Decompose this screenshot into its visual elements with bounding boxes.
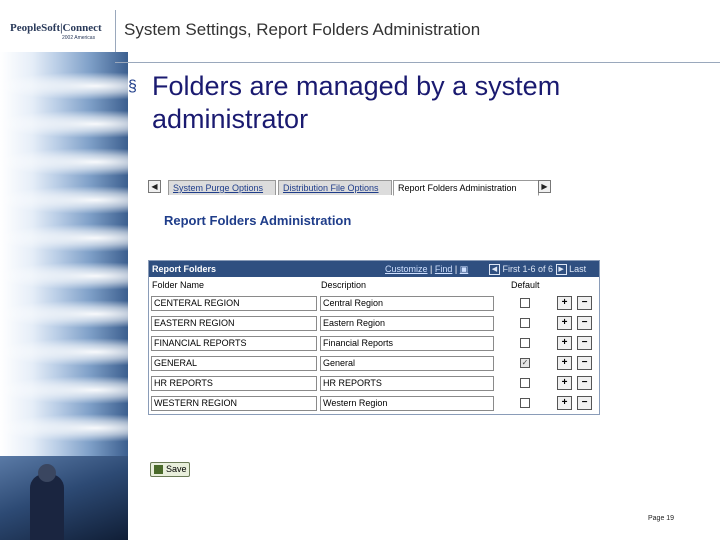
bullet-icon: § [128,78,137,95]
delete-row-button[interactable]: − [577,356,592,370]
title-rule [115,62,720,63]
bullet-text: Folders are managed by a system administ… [152,71,561,134]
add-row-button[interactable]: + [557,296,572,310]
page-number: Page 19 [648,515,675,522]
peoplesoft-connect-logo: PeopleSoft|Connect 2002 Americas [10,22,102,41]
businessman-photo [0,456,128,540]
default-checkbox[interactable] [520,398,530,408]
add-row-button[interactable]: + [557,356,572,370]
column-header-description: Description [321,280,367,290]
table-row: WESTERN REGION Western Region + − [149,393,599,413]
tab-scroll-left-icon[interactable]: ◀ [148,180,161,193]
folder-name-field[interactable]: HR REPORTS [151,376,317,391]
default-checkbox[interactable] [520,378,530,388]
description-field[interactable]: Central Region [320,296,494,311]
default-checkbox[interactable]: ✓ [520,358,530,368]
table-row: FINANCIAL REPORTS Financial Reports + − [149,333,599,353]
delete-row-button[interactable]: − [577,336,592,350]
find-link[interactable]: Find [435,264,453,274]
grid-header: Report Folders Customize | Find | ▣ ◀ Fi… [149,261,599,277]
decorative-side-banner [0,52,128,540]
column-header-default: Default [511,280,540,290]
delete-row-button[interactable]: − [577,316,592,330]
folder-name-field[interactable]: WESTERN REGION [151,396,317,411]
tab-system-purge-options[interactable]: System Purge Options [168,180,276,195]
default-checkbox[interactable] [520,318,530,328]
first-link[interactable]: First [503,264,521,274]
add-row-button[interactable]: + [557,316,572,330]
save-label: Save [166,464,187,474]
folder-name-field[interactable]: FINANCIAL REPORTS [151,336,317,351]
report-folders-grid: Report Folders Customize | Find | ▣ ◀ Fi… [148,260,600,415]
delete-row-button[interactable]: − [577,376,592,390]
delete-row-button[interactable]: − [577,296,592,310]
description-field[interactable]: Financial Reports [320,336,494,351]
tab-scroll-right-icon[interactable]: ▶ [538,180,551,193]
description-field[interactable]: Eastern Region [320,316,494,331]
row-counter: 1-6 of 6 [522,264,554,274]
description-field[interactable]: HR REPORTS [320,376,494,391]
add-row-button[interactable]: + [557,336,572,350]
table-row: CENTERAL REGION Central Region + − [149,293,599,313]
description-field[interactable]: Western Region [320,396,494,411]
last-arrow-icon[interactable]: ▶ [555,264,567,276]
default-checkbox[interactable] [520,298,530,308]
slide-title: System Settings, Report Folders Administ… [124,20,481,39]
customize-link[interactable]: Customize [385,264,428,274]
add-row-button[interactable]: + [557,376,572,390]
tab-report-folders-administration[interactable]: Report Folders Administration [393,180,539,196]
table-row: GENERAL General ✓ + − [149,353,599,373]
delete-row-button[interactable]: − [577,396,592,410]
last-link[interactable]: Last [569,264,586,274]
tab-distribution-file-options[interactable]: Distribution File Options [278,180,392,195]
header-divider [115,10,116,52]
folder-name-field[interactable]: EASTERN REGION [151,316,317,331]
save-button[interactable]: Save [150,462,190,477]
table-row: HR REPORTS HR REPORTS + − [149,373,599,393]
page-title: Report Folders Administration [164,213,352,228]
folder-name-field[interactable]: CENTERAL REGION [151,296,317,311]
folder-name-field[interactable]: GENERAL [151,356,317,371]
first-arrow-icon[interactable]: ◀ [489,264,500,276]
tab-bar: ◀ System Purge Options Distribution File… [148,178,558,196]
download-icon[interactable]: ▣ [460,264,469,274]
save-icon [154,465,163,474]
default-checkbox[interactable] [520,338,530,348]
description-field[interactable]: General [320,356,494,371]
add-row-button[interactable]: + [557,396,572,410]
column-header-folder-name: Folder Name [152,280,205,290]
table-row: EASTERN REGION Eastern Region + − [149,313,599,333]
grid-title: Report Folders [152,264,217,274]
